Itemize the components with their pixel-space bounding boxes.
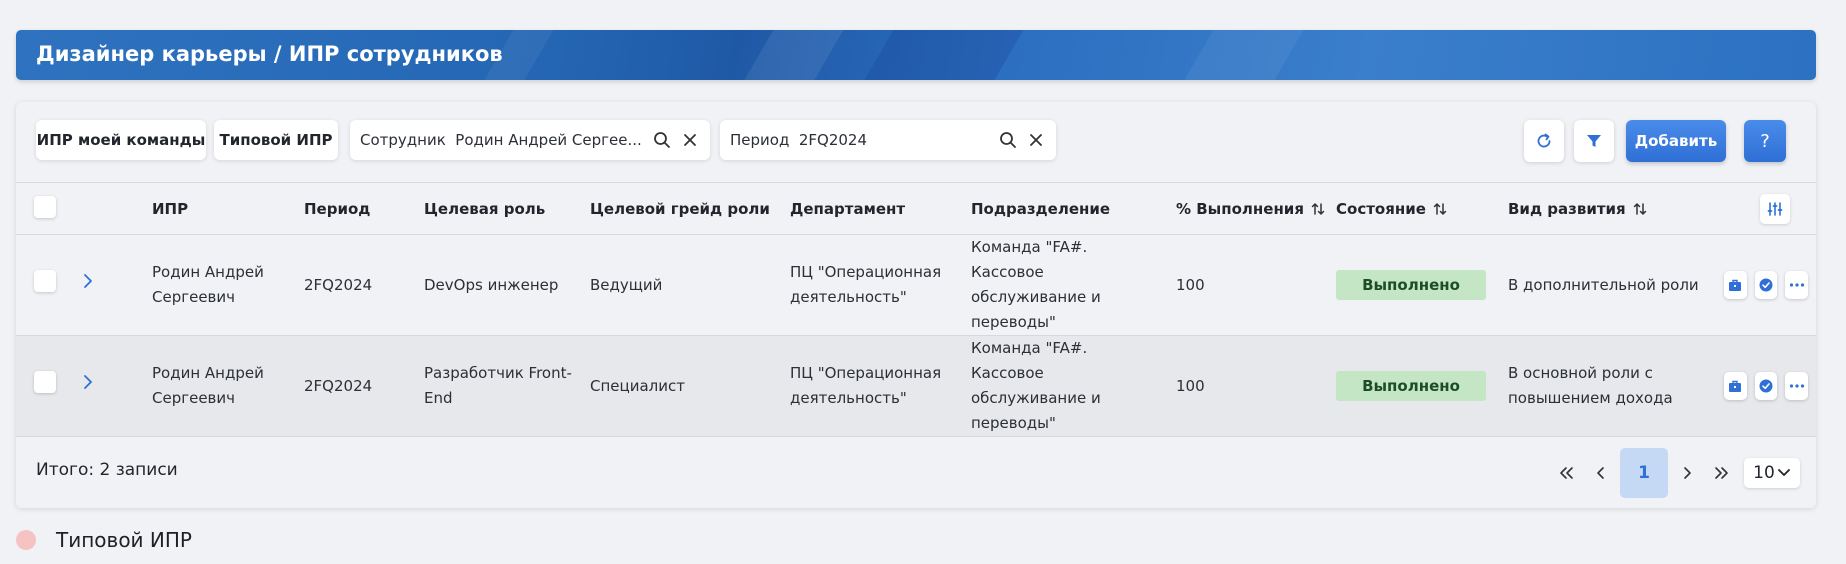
cell-ipr: Родин Андрей Сергеевич — [152, 263, 264, 306]
sort-icon[interactable] — [1310, 201, 1326, 217]
current-page-button[interactable]: 1 — [1620, 448, 1668, 498]
approve-button[interactable] — [1754, 372, 1778, 400]
cell-division: Команда "FA#. Кассовое обслуживание и пе… — [971, 238, 1101, 331]
employee-filter — [350, 120, 710, 160]
sort-icon[interactable] — [1632, 201, 1648, 217]
more-icon — [1789, 283, 1804, 287]
my-team-ipr-button[interactable]: ИПР моей команды — [36, 120, 206, 160]
prev-page-button[interactable] — [1586, 448, 1616, 498]
sort-icon[interactable] — [1432, 201, 1448, 217]
clear-icon[interactable] — [1022, 126, 1050, 154]
column-settings-button[interactable] — [1760, 193, 1790, 224]
cell-target-grade: Ведущий — [590, 275, 663, 294]
ipr-table: ИПР Период Целевая роль Целевой грейд ро… — [16, 182, 1816, 437]
table-header-row: ИПР Период Целевая роль Целевой грейд ро… — [16, 182, 1816, 235]
search-icon[interactable] — [648, 126, 676, 154]
period-filter-input[interactable] — [730, 131, 994, 149]
page-size-value: 10 — [1753, 463, 1775, 483]
legend: Типовой ИПР — [16, 528, 192, 552]
column-header-department[interactable]: Департамент — [782, 183, 963, 235]
double-chevron-right-icon — [1715, 467, 1728, 479]
chevron-right-icon[interactable] — [80, 373, 96, 391]
table-row[interactable]: Родин Андрей Сергеевич 2FQ2024 DevOps ин… — [16, 235, 1816, 336]
cell-division: Команда "FA#. Кассовое обслуживание и пе… — [971, 339, 1101, 432]
check-badge-icon — [1759, 278, 1773, 292]
column-header-dev-type-label: Вид развития — [1508, 199, 1626, 218]
page-header-banner: Дизайнер карьеры / ИПР сотрудников — [16, 30, 1816, 80]
column-header-ipr[interactable]: ИПР — [144, 183, 296, 235]
column-header-period[interactable]: Период — [296, 183, 416, 235]
next-page-button[interactable] — [1672, 448, 1702, 498]
cell-completion: 100 — [1176, 275, 1205, 294]
cell-department: ПЦ "Операционная деятельность" — [790, 263, 942, 306]
period-filter — [720, 120, 1056, 160]
legend-dot — [16, 530, 36, 550]
column-header-division[interactable]: Подразделение — [963, 183, 1168, 235]
chevron-right-icon — [1684, 467, 1691, 479]
cell-dev-type: В дополнительной роли — [1508, 275, 1699, 294]
filter-icon — [1587, 135, 1601, 147]
add-button[interactable]: Добавить — [1626, 120, 1726, 162]
cell-target-grade: Специалист — [590, 376, 685, 395]
sliders-icon — [1767, 201, 1783, 216]
chevron-left-icon — [1597, 467, 1604, 479]
legend-label: Типовой ИПР — [56, 528, 192, 552]
page-title: Дизайнер карьеры / ИПР сотрудников — [36, 42, 503, 66]
briefcase-button[interactable] — [1724, 372, 1747, 400]
first-page-button[interactable] — [1552, 448, 1582, 498]
briefcase-button[interactable] — [1724, 271, 1747, 299]
ipr-card: ИПР моей команды Типовой ИПР Сотрудник Р… — [16, 102, 1816, 508]
status-badge: Выполнено — [1336, 371, 1486, 401]
column-header-completion[interactable]: % Выполнения — [1168, 183, 1328, 235]
toolbar: ИПР моей команды Типовой ИПР Сотрудник Р… — [16, 102, 1816, 182]
column-header-target-role[interactable]: Целевая роль — [416, 183, 582, 235]
select-all-checkbox[interactable] — [34, 195, 56, 218]
help-button[interactable]: ? — [1744, 120, 1786, 162]
total-records: Итого: 2 записи — [36, 460, 178, 480]
last-page-button[interactable] — [1706, 448, 1736, 498]
typical-ipr-button[interactable]: Типовой ИПР — [214, 120, 338, 160]
column-header-completion-label: % Выполнения — [1176, 199, 1304, 218]
double-chevron-left-icon — [1560, 467, 1573, 479]
page-size-select[interactable]: 10 — [1744, 458, 1800, 488]
column-header-target-grade[interactable]: Целевой грейд роли — [582, 183, 782, 235]
filter-button[interactable] — [1574, 120, 1614, 162]
cell-period: 2FQ2024 — [304, 376, 373, 395]
more-button[interactable] — [1785, 372, 1809, 400]
status-badge: Выполнено — [1336, 270, 1486, 300]
more-icon — [1789, 384, 1804, 388]
briefcase-icon — [1729, 380, 1742, 392]
clear-icon[interactable] — [676, 126, 704, 154]
table-row[interactable]: Родин Андрей Сергеевич 2FQ2024 Разработч… — [16, 335, 1816, 437]
table-footer: Итого: 2 записи 1 10 — [16, 434, 1816, 508]
row-checkbox[interactable] — [34, 371, 56, 393]
column-header-state[interactable]: Состояние — [1328, 183, 1500, 235]
check-badge-icon — [1759, 379, 1773, 393]
cell-completion: 100 — [1176, 376, 1205, 395]
search-icon[interactable] — [994, 126, 1022, 154]
briefcase-icon — [1729, 279, 1742, 291]
more-button[interactable] — [1785, 271, 1809, 299]
refresh-icon — [1537, 133, 1551, 148]
cell-dev-type: В основной роли с повышением дохода — [1508, 364, 1673, 407]
cell-department: ПЦ "Операционная деятельность" — [790, 364, 942, 407]
column-header-dev-type[interactable]: Вид развития — [1500, 183, 1716, 235]
pagination: 1 10 — [1552, 448, 1800, 498]
employee-filter-input[interactable] — [360, 131, 648, 149]
column-header-state-label: Состояние — [1336, 199, 1426, 218]
chevron-right-icon[interactable] — [80, 272, 96, 290]
cell-target-role: DevOps инженер — [424, 275, 559, 294]
cell-ipr: Родин Андрей Сергеевич — [152, 364, 264, 407]
refresh-button[interactable] — [1524, 120, 1564, 162]
chevron-down-icon — [1777, 469, 1790, 476]
cell-period: 2FQ2024 — [304, 275, 373, 294]
row-checkbox[interactable] — [34, 270, 56, 292]
cell-target-role: Разработчик Front-End — [424, 364, 572, 407]
approve-button[interactable] — [1754, 271, 1778, 299]
